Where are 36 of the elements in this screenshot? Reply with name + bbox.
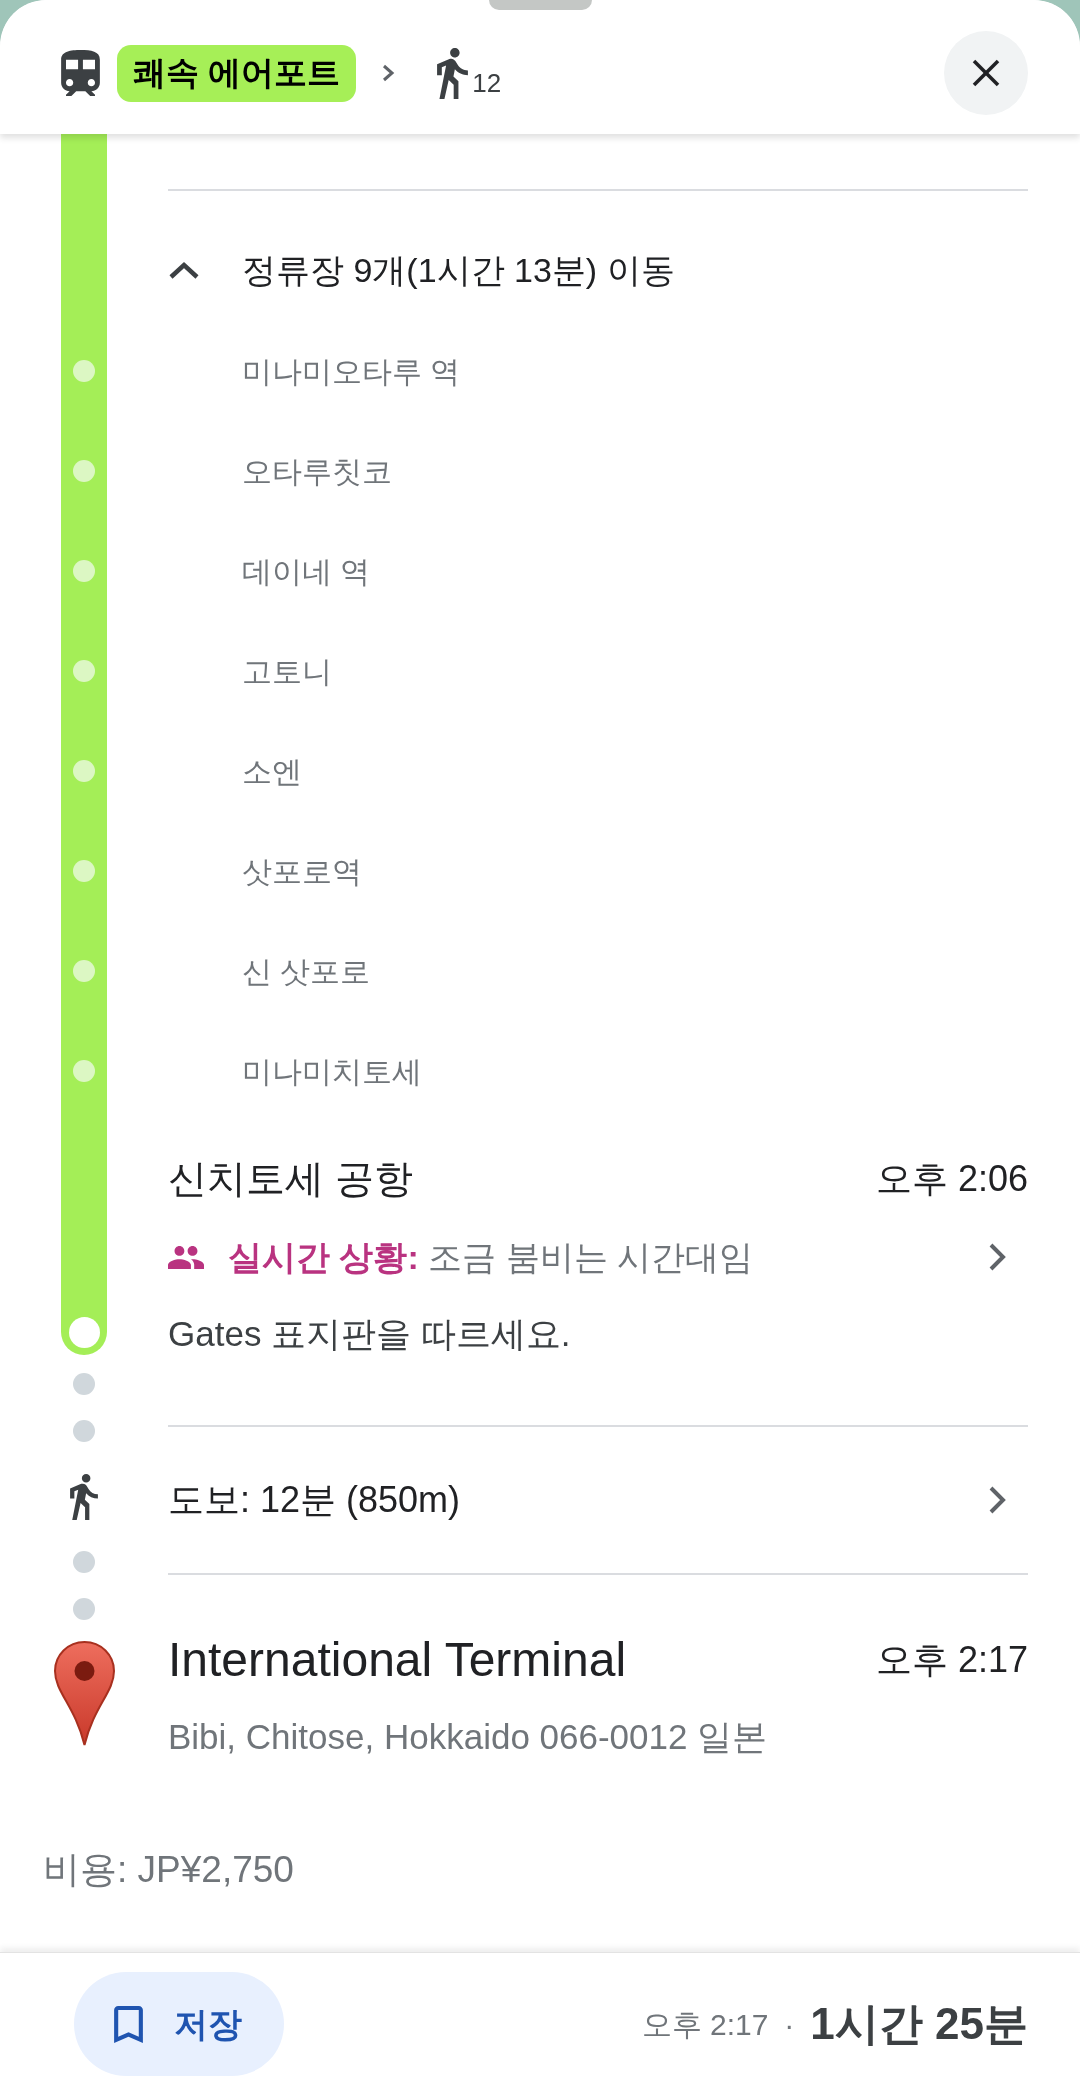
transit-line-badge: 쾌속 에어포트 <box>117 44 357 102</box>
walk-minutes: 12 <box>472 70 502 96</box>
destination-address: Bibi, Chitose, Hokkaido 066-0012 일본 <box>168 1715 768 1758</box>
stop-name: 고토니 <box>242 653 332 690</box>
close-icon <box>972 59 1000 87</box>
save-button[interactable]: 저장 <box>74 1972 284 2076</box>
walk-icon <box>70 1474 98 1520</box>
bookmark-icon <box>114 2005 143 2043</box>
walk-directions: 도보: 12분 (850m) <box>168 1478 461 1522</box>
stops-toggle[interactable]: 정류장 9개(1시간 13분) 이동 <box>168 250 675 290</box>
crowding-status: 실시간 상황: 조금 붐비는 시간대임 <box>228 1236 754 1278</box>
people-icon <box>168 1245 204 1269</box>
stop-name: 오타루칫코 <box>242 453 392 490</box>
fare-text: 비용: JP¥2,750 <box>43 1848 294 1893</box>
trip-duration: 1시간 25분 <box>810 1998 1028 2050</box>
walk-icon <box>437 47 469 99</box>
end-stop-icon <box>68 1316 100 1348</box>
stop-name: 신 삿포로 <box>242 953 371 990</box>
stop-name: 삿포로역 <box>242 853 362 890</box>
separator-dot: · <box>784 2006 795 2043</box>
stop-name: 소엔 <box>242 753 302 790</box>
arrival-time: 오후 2:06 <box>875 1157 1028 1201</box>
instruction-text: Gates 표지판을 따르세요. <box>168 1312 571 1355</box>
stop-name: 미나미오타루 역 <box>242 353 461 390</box>
station-name: 신치토세 공항 <box>168 1155 413 1202</box>
arrival-time: 오후 2:17 <box>641 2006 769 2043</box>
stop-name: 미나미치토세 <box>242 1053 422 1090</box>
chevron-right-icon <box>988 1242 1007 1272</box>
train-icon <box>61 50 100 96</box>
destination-name: International Terminal <box>168 1632 627 1688</box>
chevron-right-icon <box>988 1485 1007 1515</box>
chevron-right-icon <box>382 64 396 82</box>
location-pin-icon <box>52 1640 116 1747</box>
stop-name: 데이네 역 <box>242 553 371 590</box>
arrival-time: 오후 2:17 <box>875 1638 1028 1682</box>
drag-handle[interactable] <box>488 0 592 10</box>
